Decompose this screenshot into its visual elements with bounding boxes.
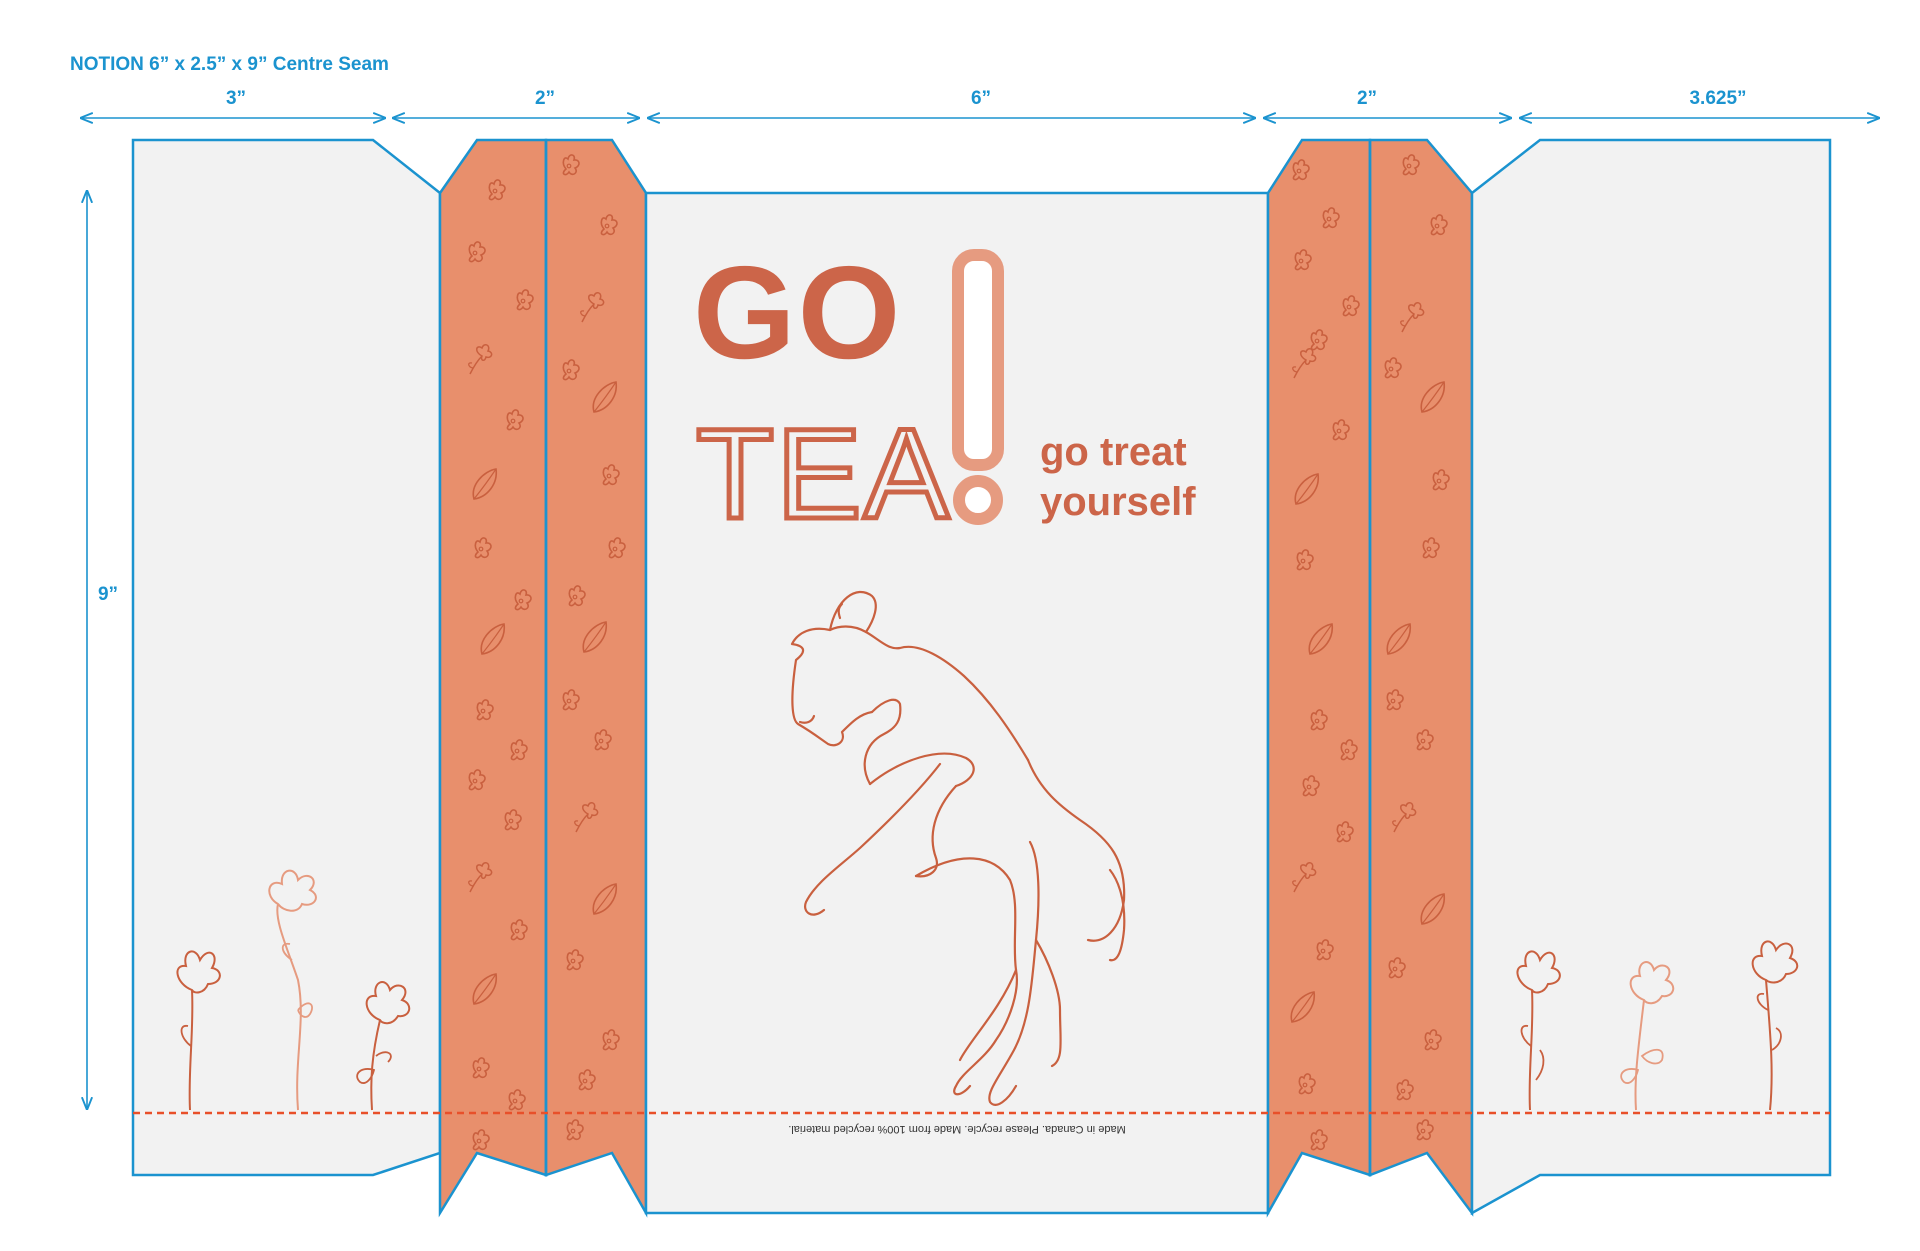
dimension-label-gusset1: 2” [535, 88, 555, 109]
height-dimension: 9” [87, 190, 118, 1110]
tagline-line1: go treat [1040, 430, 1187, 474]
dimension-label-panel5: 3.625” [1689, 88, 1746, 109]
dimension-label-height: 9” [98, 584, 118, 605]
spec-title: NOTION 6” x 2.5” x 9” Centre Seam [70, 54, 389, 75]
dimension-label-gusset2: 2” [1357, 88, 1377, 109]
svg-text:TEA: TEA [696, 403, 951, 546]
headline-tea-outline: TEA [694, 401, 952, 549]
front-panel: GO TEA go treat yourself Made in Canada.… [644, 191, 1270, 1215]
right-side-panel [1470, 138, 1832, 1216]
exclamation-mark [952, 249, 1004, 525]
packaging-dieline: NOTION 6” x 2.5” x 9” Centre Seam 3” 2” … [70, 54, 1880, 1218]
left-side-panel [131, 138, 442, 1177]
right-gusset [1266, 138, 1474, 1218]
tagline-line2: yourself [1040, 480, 1196, 524]
left-gusset [438, 138, 648, 1218]
dimension-label-panel1: 3” [226, 88, 246, 109]
headline-go: GO [693, 239, 902, 386]
width-dimension-row: 3” 2” 6” 2” 3.625” [80, 88, 1880, 118]
dimension-label-front: 6” [971, 88, 991, 109]
recycle-note: Made in Canada. Please recycle. Made fro… [788, 1123, 1126, 1135]
